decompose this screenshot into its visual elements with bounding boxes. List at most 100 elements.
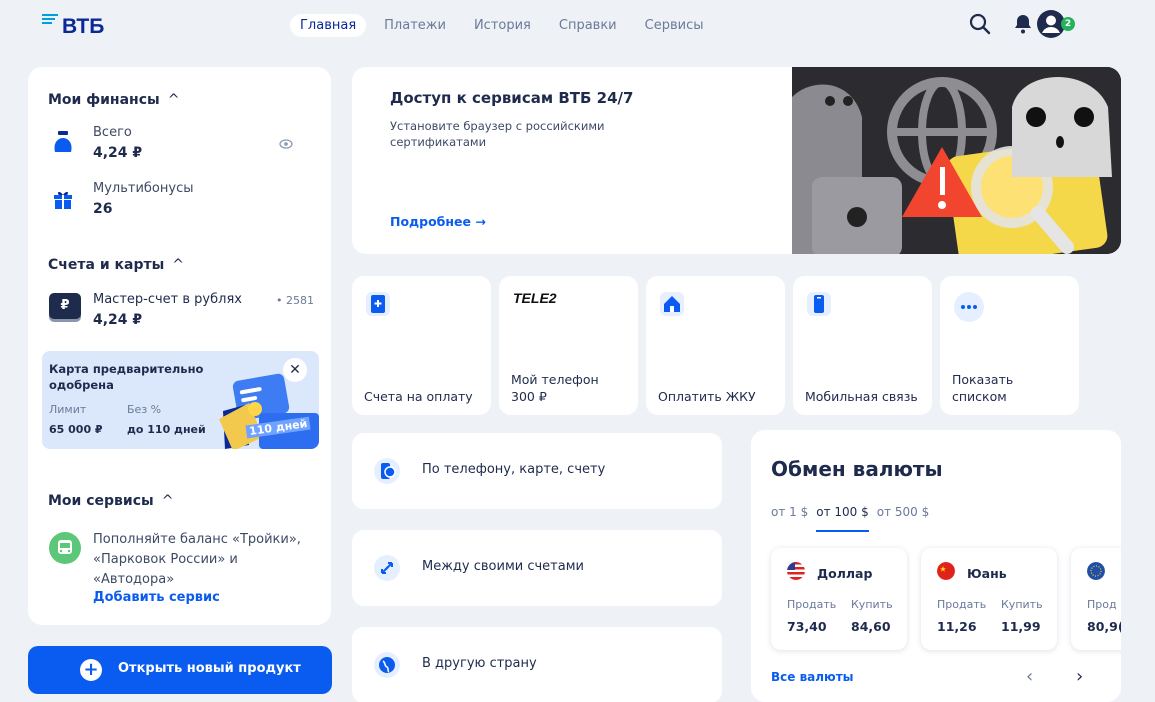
accounts-header[interactable]: Счета и карты ^ [48,257,184,273]
tab-from-100[interactable]: от 100 $ [816,505,869,532]
tile-invoices[interactable]: Счета на оплату [352,276,491,415]
globe-icon [374,652,400,678]
eye-icon[interactable] [279,138,293,150]
my-finances-title: Мои финансы [48,92,160,108]
transfer-own-accounts-label: Между своими счетами [422,559,584,574]
tab-from-500[interactable]: от 500 $ [877,505,930,519]
close-promo-button[interactable]: ✕ [283,358,307,382]
chevron-left-icon[interactable]: ‹ [1026,666,1033,687]
banner-more-link[interactable]: Подробнее → [390,214,486,229]
tile-invoices-label: Счета на оплату [364,389,473,404]
currency-card-cny[interactable]: Юань Продать Купить 11,26 11,99 [921,548,1057,650]
sell-rate: 80,9( [1087,619,1121,634]
total-value: 4,24 ₽ [93,145,143,161]
chevron-up-icon[interactable]: ^ [168,92,180,108]
tab-certificates[interactable]: Справки [549,14,627,37]
currency-exchange-panel: Обмен валюты от 1 $ от 100 $ от 500 $ До… [751,430,1121,702]
exchange-amount-tabs: от 1 $ от 100 $ от 500 $ [771,505,930,532]
multibonus-value: 26 [93,201,113,217]
tile-mobile-label: Мобильная связь [805,389,918,404]
multibonus-label: Мультибонусы [93,181,194,196]
transfer-own-accounts[interactable]: Между своими счетами [352,530,722,606]
banner-illustration [792,67,1121,254]
more-icon [954,292,984,322]
sell-rate: 73,40 [787,619,827,634]
tile-my-phone-label: Мой телефон 300 ₽ [511,372,599,404]
invoice-icon [366,292,390,316]
add-service-link[interactable]: Добавить сервис [93,590,220,605]
search-icon[interactable] [968,12,992,36]
tile-utilities-label: Оплатить ЖКУ [658,389,756,404]
sell-label: Продать [787,598,837,611]
currency-name: Юань [967,566,1007,581]
buy-rate: 84,60 [851,619,891,634]
sell-label: Прод [1087,598,1117,611]
promo-title: Карта предварительно одобрена [49,362,204,392]
buy-label: Купить [851,598,893,611]
total-label: Всего [93,125,132,140]
sell-rate: 11,26 [937,619,977,634]
promo-limit-label: Лимит [49,403,87,416]
tab-home[interactable]: Главная [290,14,367,37]
tile-show-list[interactable]: Показать списком [940,276,1079,415]
arrows-icon [374,555,400,581]
transfer-by-phone[interactable]: По телефону, карте, счету [352,433,722,509]
phone-transfer-icon [374,458,400,484]
account-balance: 4,24 ₽ [93,312,143,328]
cn-flag-icon [937,562,955,580]
promo-limit-value: 65 000 ₽ [49,423,103,436]
transfer-abroad-label: В другую страну [422,656,537,671]
buy-rate: 11,99 [1001,619,1041,634]
open-new-product-button[interactable]: + Открыть новый продукт [28,646,332,694]
notification-count-badge: 2 [1061,17,1075,31]
security-illustration [792,67,1121,254]
currency-card-eur[interactable]: Прод 80,9( [1071,548,1121,650]
promo-interest-label: Без % [127,403,162,416]
tile-show-list-label: Показать списком [952,372,1014,404]
chevron-right-icon[interactable]: › [1076,666,1083,687]
banner-title: Доступ к сервисам ВТБ 24/7 [390,89,634,107]
house-icon [660,292,684,316]
transfer-abroad[interactable]: В другую страну [352,627,722,702]
banner-subtitle: Установите браузер с российскими сертифи… [390,119,605,149]
tile-utilities[interactable]: Оплатить ЖКУ [646,276,785,415]
currency-card-usd[interactable]: Доллар Продать Купить 73,40 84,60 [771,548,907,650]
tele2-logo: TELE2 [513,290,557,306]
services-description: Пополняйте баланс «Тройки», «Парковок Ро… [93,532,301,587]
buy-label: Купить [1001,598,1043,611]
main-nav: Главная Платежи История Справки Сервисы [290,14,714,37]
chevron-up-icon[interactable]: ^ [162,493,174,509]
vtb-logo-text[interactable]: ВТБ [62,15,104,39]
open-new-product-label: Открыть новый продукт [118,661,301,676]
tile-mobile[interactable]: Мобильная связь [793,276,932,415]
eu-flag-icon [1087,562,1105,580]
tab-history[interactable]: История [464,14,541,37]
transfer-by-phone-label: По телефону, карте, счету [422,462,606,477]
my-finances-header[interactable]: Мои финансы ^ [48,92,179,108]
currency-name: Доллар [817,566,873,581]
account-name[interactable]: Мастер-счет в рублях [93,292,242,307]
promo-interest-value: до 110 дней [127,423,206,436]
tab-from-1[interactable]: от 1 $ [771,505,808,519]
my-services-title: Мои сервисы [48,493,154,509]
all-currencies-link[interactable]: Все валюты [771,670,854,684]
tab-payments[interactable]: Платежи [374,14,456,37]
preapproved-card-promo[interactable]: Карта предварительно одобрена Лимит Без … [42,351,319,449]
us-flag-icon [787,562,805,580]
money-bag-icon [54,131,72,152]
vtb-logo-icon[interactable] [42,14,58,24]
phone-icon [807,292,831,316]
tile-my-phone[interactable]: TELE2 Мой телефон 300 ₽ [499,276,638,415]
bell-icon[interactable] [1011,12,1035,36]
top-header: ВТБ Главная Платежи История Справки Серв… [0,0,1155,50]
tab-services[interactable]: Сервисы [635,14,714,37]
ruble-card-icon: ₽ [49,293,81,319]
plus-icon: + [80,659,102,681]
access-banner[interactable]: Доступ к сервисам ВТБ 24/7 Установите бр… [352,67,1121,254]
my-services-header[interactable]: Мои сервисы ^ [48,493,173,509]
gift-icon [54,191,72,209]
exchange-title: Обмен валюты [771,457,943,481]
sell-label: Продать [937,598,987,611]
chevron-up-icon[interactable]: ^ [172,257,184,273]
account-number: • 2581 [276,294,314,307]
